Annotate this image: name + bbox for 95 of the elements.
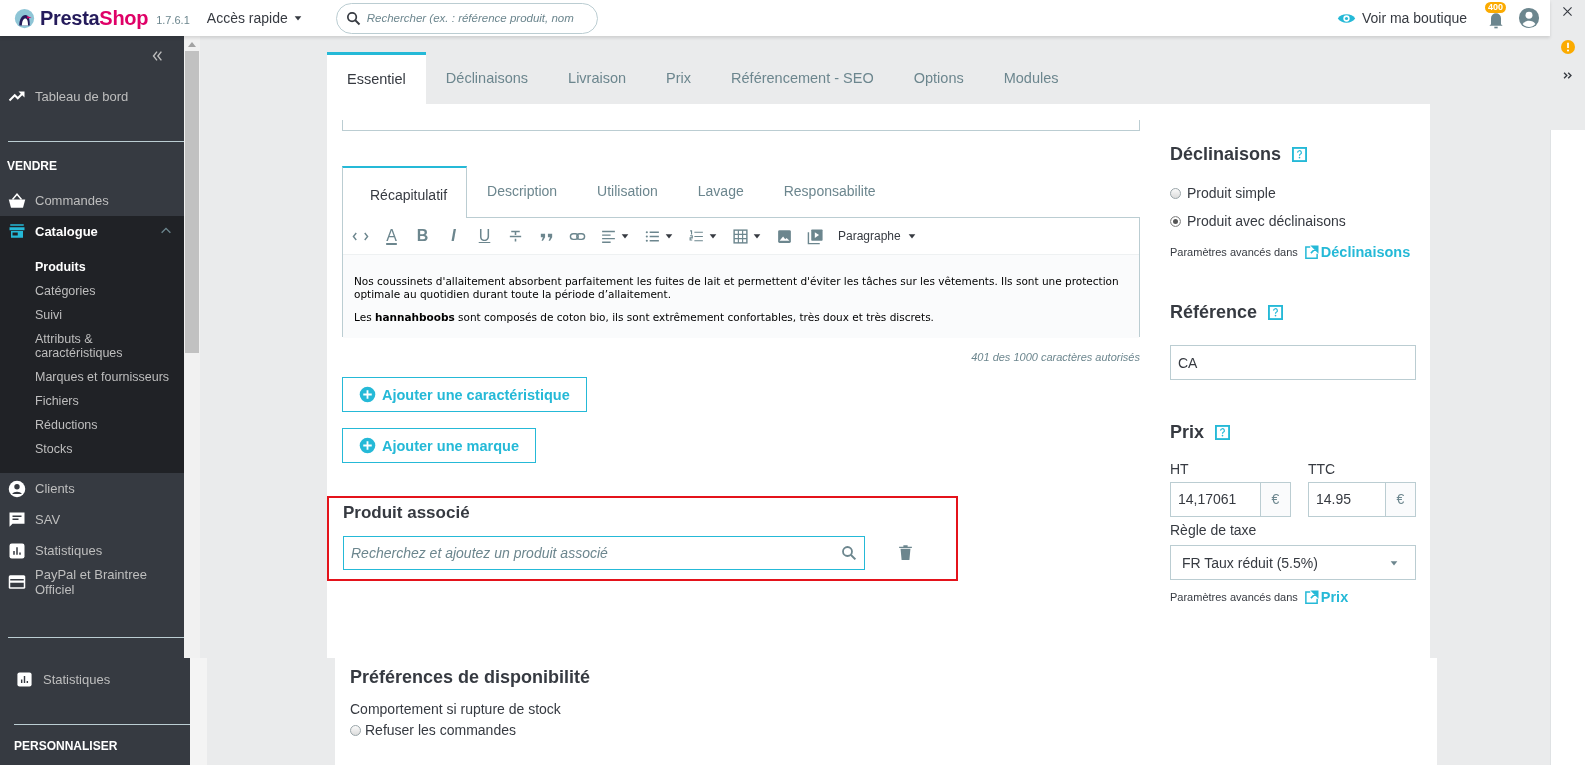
italic-button[interactable]: I	[445, 227, 462, 245]
plus-circle-icon	[359, 437, 376, 454]
help-text: Paramètres avancés dans	[1170, 591, 1298, 603]
caret-icon	[292, 13, 303, 23]
card-icon	[8, 572, 26, 591]
tab[interactable]: Déclinaisons	[425, 52, 549, 104]
field-label: Règle de taxe	[1170, 521, 1258, 540]
price-field[interactable]: 14.95 €	[1308, 482, 1416, 517]
logo-text: PrestaShop	[40, 6, 149, 30]
submenu-item[interactable]: Catégories	[0, 279, 184, 303]
submenu-item[interactable]: Réductions	[0, 413, 184, 437]
image-icon[interactable]	[776, 227, 793, 245]
section-heading: VENDRE	[6, 158, 58, 175]
radio-option[interactable]: Produit simple	[1170, 179, 1416, 207]
account-icon[interactable]	[1518, 7, 1540, 29]
section-heading: PERSONNALISER	[13, 738, 119, 755]
section-title: Déclinaisons	[1170, 143, 1282, 166]
price-field[interactable]: 14,17061 €	[1170, 482, 1291, 517]
tab[interactable]: Référencement - SEO	[711, 52, 894, 104]
paragraph: Nos coussinets d'allaitement absorbent parfaitement les fuites de lait et permettent d'éviter les tâches sur les vêtements. Ils sont une protection optimale au quotidien durant toute la période d’allaitement.	[354, 275, 1120, 301]
collapse-icon[interactable]	[150, 49, 164, 63]
field-label: TTC	[1308, 460, 1337, 479]
version-label: 1.7.6.1	[156, 14, 190, 26]
submenu-item[interactable]: Marques et fournisseurs	[0, 365, 184, 389]
help-icon[interactable]	[1292, 146, 1308, 162]
field-label: HT	[1170, 460, 1190, 479]
sidebar-item[interactable]: Tableau de bord	[0, 76, 184, 116]
help-icon[interactable]	[1268, 304, 1284, 320]
tab[interactable]: Prix	[646, 52, 712, 104]
submenu-item[interactable]: Fichiers	[0, 389, 184, 413]
search-field[interactable]: Rechercher (ex. : référence produit, nom	[335, 2, 598, 34]
radio-option[interactable]: Refuser les commandes	[350, 718, 1422, 742]
logo-icon	[14, 7, 35, 29]
reference-field[interactable]: CA	[1170, 345, 1416, 380]
scrollbar[interactable]	[190, 658, 207, 765]
section-title: Préférences de disponibilité	[350, 666, 592, 689]
view-shop-link[interactable]: Voir ma boutique	[1336, 8, 1467, 28]
sidebar-item[interactable]: Catalogue	[0, 216, 184, 246]
sidebar-item[interactable]: PayPal et Braintree Officiel	[0, 566, 184, 597]
paragraph: Les hannahboobs sont composés de coton bio, ils sont extrêmement confortables, très doux et très discrets.	[354, 311, 935, 324]
sidebar-item[interactable]: Clients	[0, 473, 184, 504]
text-editor[interactable]	[342, 217, 1140, 337]
tab[interactable]: Essentiel	[327, 52, 426, 104]
tab[interactable]: Modules	[983, 52, 1079, 104]
sidebar-item[interactable]: Commandes	[0, 185, 184, 216]
submenu-item[interactable]: Produits	[0, 255, 184, 279]
field-label: Comportement si rupture de stock	[350, 700, 562, 718]
submenu-item[interactable]: Stocks	[0, 437, 184, 461]
chat-icon	[8, 510, 26, 529]
tab[interactable]: Utilisation	[577, 166, 678, 217]
sidebar-item[interactable]: SAV	[0, 504, 184, 535]
bold-button[interactable]: B	[414, 227, 431, 245]
video-icon[interactable]	[807, 227, 824, 245]
character-count: 401 des 1000 caractères autorisés	[970, 350, 1140, 364]
text-field[interactable]	[342, 120, 1140, 131]
chart-icon	[16, 670, 33, 688]
currency-addon: €	[1260, 483, 1290, 516]
user-icon	[8, 479, 26, 498]
sidebar-item[interactable]: Statistiques	[0, 658, 190, 700]
external-link-icon	[1303, 244, 1319, 260]
plus-circle-icon	[359, 386, 376, 403]
close-icon[interactable]	[1561, 5, 1574, 18]
submenu-item[interactable]: Attributs & caractéristiques	[0, 327, 184, 365]
sidebar-item[interactable]: Statistiques	[0, 535, 184, 566]
tab[interactable]: Responsabilite	[763, 166, 896, 217]
section-title: Référence	[1170, 301, 1258, 324]
scrollbar[interactable]	[184, 36, 200, 658]
help-text: Paramètres avancés dans	[1170, 246, 1298, 258]
underline-button[interactable]: U	[476, 227, 493, 245]
tab[interactable]: Lavage	[677, 166, 764, 217]
search-icon[interactable]	[840, 544, 858, 562]
tab[interactable]: Options	[893, 52, 984, 104]
radio-option[interactable]: Produit avec déclinaisons	[1170, 207, 1416, 235]
tax-rule-select[interactable]: FR Taux réduit (5.5%)	[1170, 545, 1416, 580]
format-dropdown[interactable]: Paragraphe	[838, 229, 917, 243]
search-field[interactable]: Recherchez et ajoutez un produit associé	[343, 536, 865, 570]
basket-icon	[8, 191, 26, 210]
currency-addon: €	[1385, 483, 1415, 516]
section-title: Prix	[1170, 421, 1205, 444]
tab[interactable]: Livraison	[548, 52, 647, 104]
table-dropdown[interactable]	[732, 227, 762, 245]
external-link-icon	[1303, 589, 1319, 605]
store-icon	[8, 222, 26, 240]
notification-badge: 400	[1485, 2, 1507, 13]
text-color-button[interactable]: A	[383, 227, 400, 245]
table-icon	[732, 227, 749, 245]
expand-icon[interactable]	[1562, 70, 1573, 81]
chart-icon	[8, 541, 26, 560]
section-title: Produit associé	[343, 502, 471, 524]
tab[interactable]: Description	[467, 166, 578, 217]
help-icon[interactable]	[1215, 424, 1231, 440]
trash-icon[interactable]	[897, 544, 914, 562]
quick-access-menu[interactable]: Accès rapide	[206, 10, 303, 26]
tab[interactable]: Récapitulatif	[342, 166, 468, 218]
submenu-item[interactable]: Suivi	[0, 303, 184, 327]
